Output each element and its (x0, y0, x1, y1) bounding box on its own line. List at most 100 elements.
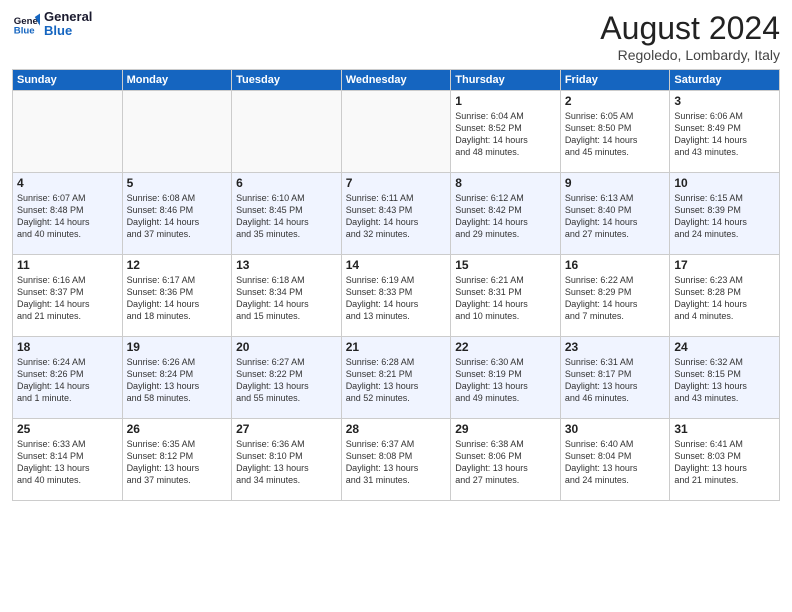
day-cell-4-6: 31 Sunrise: 6:41 AM Sunset: 8:03 PM Dayli… (670, 419, 780, 501)
header-thursday: Thursday (451, 70, 561, 91)
day-cell-4-2: 27 Sunrise: 6:36 AM Sunset: 8:10 PM Dayli… (232, 419, 342, 501)
day-number: 13 (236, 258, 337, 272)
week-row-3: 11 Sunrise: 6:16 AM Sunset: 8:37 PM Dayli… (13, 255, 780, 337)
day-cell-2-2: 13Sunrise: 6:18 AM Sunset: 8:34 PM Dayli… (232, 255, 342, 337)
day-number: 20 (236, 340, 337, 354)
day-info: Sunrise: 6:32 AM Sunset: 8:15 PM Dayligh… (674, 356, 775, 405)
day-info: Sunrise: 6:22 AM Sunset: 8:29 PM Dayligh… (565, 274, 666, 323)
day-number: 10 (674, 176, 775, 190)
day-number: 31 (674, 422, 775, 436)
day-cell-2-3: 14Sunrise: 6:19 AM Sunset: 8:33 PM Dayli… (341, 255, 451, 337)
day-cell-1-0: 4 Sunrise: 6:07 AM Sunset: 8:48 PM Daylig… (13, 173, 123, 255)
day-cell-4-5: 30 Sunrise: 6:40 AM Sunset: 8:04 PM Dayli… (560, 419, 670, 501)
day-number: 29 (455, 422, 556, 436)
day-info: Sunrise: 6:13 AM Sunset: 8:40 PM Dayligh… (565, 192, 666, 241)
day-cell-3-3: 21 Sunrise: 6:28 AM Sunset: 8:21 PM Dayli… (341, 337, 451, 419)
title-block: August 2024 Regoledo, Lombardy, Italy (600, 10, 780, 63)
day-info: Sunrise: 6:23 AM Sunset: 8:28 PM Dayligh… (674, 274, 775, 323)
day-number: 24 (674, 340, 775, 354)
day-number: 18 (17, 340, 118, 354)
day-cell-0-6: 3 Sunrise: 6:06 AM Sunset: 8:49 PM Daylig… (670, 91, 780, 173)
header-sunday: Sunday (13, 70, 123, 91)
day-info: Sunrise: 6:40 AM Sunset: 8:04 PM Dayligh… (565, 438, 666, 487)
day-cell-0-1 (122, 91, 232, 173)
day-number: 15 (455, 258, 556, 272)
day-info: Sunrise: 6:16 AM Sunset: 8:37 PM Dayligh… (17, 274, 118, 323)
day-info: Sunrise: 6:37 AM Sunset: 8:08 PM Dayligh… (346, 438, 447, 487)
svg-text:Blue: Blue (14, 26, 35, 37)
day-info: Sunrise: 6:30 AM Sunset: 8:19 PM Dayligh… (455, 356, 556, 405)
day-cell-0-3 (341, 91, 451, 173)
day-info: Sunrise: 6:15 AM Sunset: 8:39 PM Dayligh… (674, 192, 775, 241)
day-cell-2-0: 11 Sunrise: 6:16 AM Sunset: 8:37 PM Dayli… (13, 255, 123, 337)
day-info: Sunrise: 6:26 AM Sunset: 8:24 PM Dayligh… (127, 356, 228, 405)
day-cell-1-1: 5Sunrise: 6:08 AM Sunset: 8:46 PM Daylig… (122, 173, 232, 255)
location-title: Regoledo, Lombardy, Italy (600, 47, 780, 63)
day-info: Sunrise: 6:06 AM Sunset: 8:49 PM Dayligh… (674, 110, 775, 159)
day-cell-3-0: 18 Sunrise: 6:24 AM Sunset: 8:26 PM Dayli… (13, 337, 123, 419)
day-info: Sunrise: 6:31 AM Sunset: 8:17 PM Dayligh… (565, 356, 666, 405)
day-number: 11 (17, 258, 118, 272)
day-info: Sunrise: 6:21 AM Sunset: 8:31 PM Dayligh… (455, 274, 556, 323)
day-number: 14 (346, 258, 447, 272)
day-cell-3-2: 20 Sunrise: 6:27 AM Sunset: 8:22 PM Dayli… (232, 337, 342, 419)
weekday-header-row: Sunday Monday Tuesday Wednesday Thursday… (13, 70, 780, 91)
day-number: 21 (346, 340, 447, 354)
header-wednesday: Wednesday (341, 70, 451, 91)
day-cell-4-4: 29Sunrise: 6:38 AM Sunset: 8:06 PM Dayli… (451, 419, 561, 501)
day-number: 2 (565, 94, 666, 108)
header-tuesday: Tuesday (232, 70, 342, 91)
day-info: Sunrise: 6:11 AM Sunset: 8:43 PM Dayligh… (346, 192, 447, 241)
day-number: 17 (674, 258, 775, 272)
day-cell-3-1: 19 Sunrise: 6:26 AM Sunset: 8:24 PM Dayli… (122, 337, 232, 419)
day-info: Sunrise: 6:12 AM Sunset: 8:42 PM Dayligh… (455, 192, 556, 241)
day-number: 23 (565, 340, 666, 354)
week-row-5: 25 Sunrise: 6:33 AM Sunset: 8:14 PM Dayli… (13, 419, 780, 501)
day-number: 27 (236, 422, 337, 436)
header-saturday: Saturday (670, 70, 780, 91)
month-title: August 2024 (600, 10, 780, 47)
logo: General Blue General Blue (12, 10, 92, 39)
day-info: Sunrise: 6:41 AM Sunset: 8:03 PM Dayligh… (674, 438, 775, 487)
week-row-2: 4 Sunrise: 6:07 AM Sunset: 8:48 PM Daylig… (13, 173, 780, 255)
calendar-table: Sunday Monday Tuesday Wednesday Thursday… (12, 69, 780, 501)
day-info: Sunrise: 6:10 AM Sunset: 8:45 PM Dayligh… (236, 192, 337, 241)
day-cell-0-4: 1 Sunrise: 6:04 AM Sunset: 8:52 PM Daylig… (451, 91, 561, 173)
header-friday: Friday (560, 70, 670, 91)
day-info: Sunrise: 6:08 AM Sunset: 8:46 PM Dayligh… (127, 192, 228, 241)
day-cell-3-6: 24 Sunrise: 6:32 AM Sunset: 8:15 PM Dayli… (670, 337, 780, 419)
day-cell-2-5: 16 Sunrise: 6:22 AM Sunset: 8:29 PM Dayli… (560, 255, 670, 337)
day-number: 7 (346, 176, 447, 190)
day-cell-1-4: 8 Sunrise: 6:12 AM Sunset: 8:42 PM Daylig… (451, 173, 561, 255)
day-info: Sunrise: 6:07 AM Sunset: 8:48 PM Dayligh… (17, 192, 118, 241)
day-info: Sunrise: 6:27 AM Sunset: 8:22 PM Dayligh… (236, 356, 337, 405)
day-cell-1-6: 10 Sunrise: 6:15 AM Sunset: 8:39 PM Dayli… (670, 173, 780, 255)
day-number: 30 (565, 422, 666, 436)
day-cell-4-1: 26 Sunrise: 6:35 AM Sunset: 8:12 PM Dayli… (122, 419, 232, 501)
day-cell-3-4: 22 Sunrise: 6:30 AM Sunset: 8:19 PM Dayli… (451, 337, 561, 419)
day-cell-1-5: 9Sunrise: 6:13 AM Sunset: 8:40 PM Daylig… (560, 173, 670, 255)
day-info: Sunrise: 6:04 AM Sunset: 8:52 PM Dayligh… (455, 110, 556, 159)
day-number: 26 (127, 422, 228, 436)
day-number: 19 (127, 340, 228, 354)
day-info: Sunrise: 6:33 AM Sunset: 8:14 PM Dayligh… (17, 438, 118, 487)
day-number: 25 (17, 422, 118, 436)
day-cell-2-4: 15 Sunrise: 6:21 AM Sunset: 8:31 PM Dayli… (451, 255, 561, 337)
day-number: 8 (455, 176, 556, 190)
day-cell-3-5: 23 Sunrise: 6:31 AM Sunset: 8:17 PM Dayli… (560, 337, 670, 419)
day-info: Sunrise: 6:24 AM Sunset: 8:26 PM Dayligh… (17, 356, 118, 405)
day-info: Sunrise: 6:35 AM Sunset: 8:12 PM Dayligh… (127, 438, 228, 487)
day-number: 28 (346, 422, 447, 436)
day-number: 1 (455, 94, 556, 108)
header-monday: Monday (122, 70, 232, 91)
day-number: 3 (674, 94, 775, 108)
day-info: Sunrise: 6:28 AM Sunset: 8:21 PM Dayligh… (346, 356, 447, 405)
day-number: 4 (17, 176, 118, 190)
day-number: 16 (565, 258, 666, 272)
day-info: Sunrise: 6:05 AM Sunset: 8:50 PM Dayligh… (565, 110, 666, 159)
week-row-4: 18 Sunrise: 6:24 AM Sunset: 8:26 PM Dayli… (13, 337, 780, 419)
logo-general: General (44, 10, 92, 24)
day-info: Sunrise: 6:36 AM Sunset: 8:10 PM Dayligh… (236, 438, 337, 487)
logo-blue: Blue (44, 24, 92, 38)
day-number: 22 (455, 340, 556, 354)
